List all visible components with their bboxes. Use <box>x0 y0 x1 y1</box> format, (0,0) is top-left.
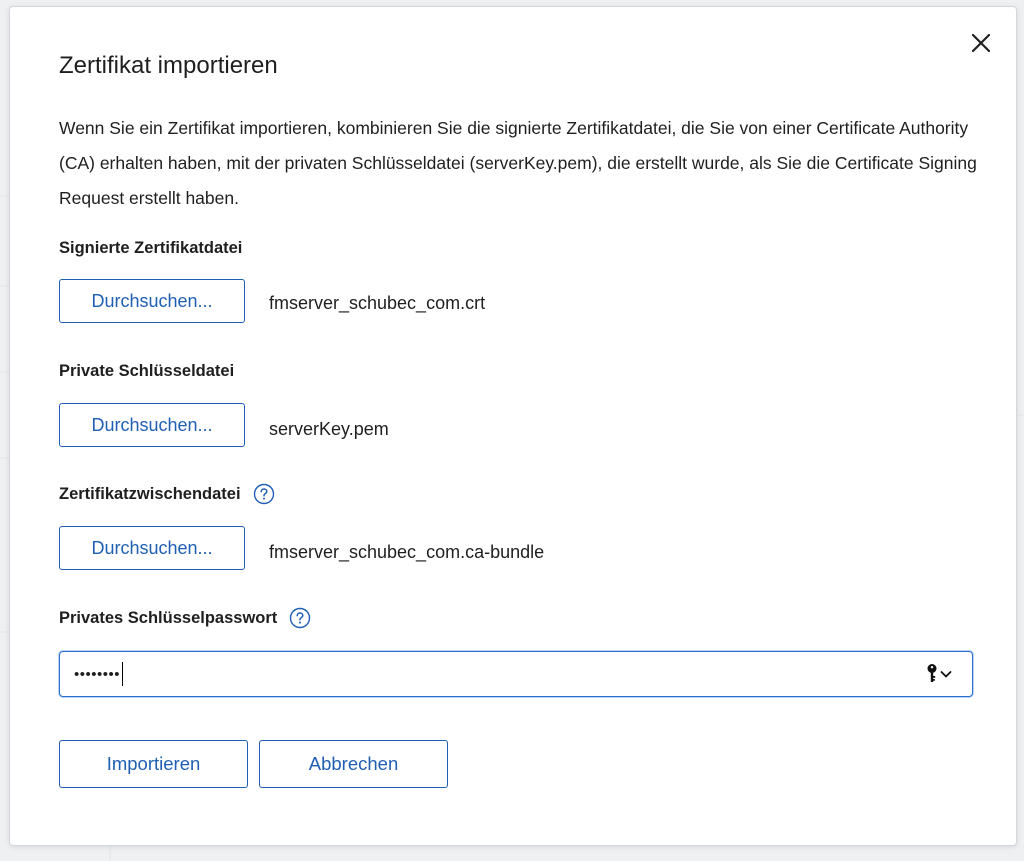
password-masked-value-wrap: •••••••• <box>74 662 124 686</box>
chevron-down-icon <box>940 671 952 678</box>
key-icon <box>927 664 937 682</box>
browse-private-key-button[interactable]: Durchsuchen... <box>59 403 245 447</box>
intermediate-certificate-help-icon[interactable] <box>253 483 275 505</box>
private-key-password-label-text: Privates Schlüsselpasswort <box>59 608 278 627</box>
cancel-button[interactable]: Abbrechen <box>259 740 448 788</box>
password-masked-value: •••••••• <box>74 665 121 683</box>
browse-intermediate-certificate-button[interactable]: Durchsuchen... <box>59 526 245 570</box>
dialog-title: Zertifikat importieren <box>59 52 278 79</box>
signed-certificate-label-text: Signierte Zertifikatdatei <box>59 239 243 257</box>
dialog-description: Wenn Sie ein Zertifikat importieren, kom… <box>59 118 977 208</box>
private-key-password-label: Privates Schlüsselpasswort <box>59 607 311 629</box>
private-key-password-help-icon[interactable] <box>289 607 311 629</box>
private-key-label: Private Schlüsseldatei <box>59 362 234 381</box>
intermediate-certificate-file-name: fmserver_schubec_com.ca-bundle <box>269 542 545 562</box>
private-key-label-text: Private Schlüsseldatei <box>59 362 235 380</box>
import-certificate-dialog: Zertifikat importieren Wenn Sie ein Zert… <box>9 6 1017 846</box>
intermediate-certificate-label: Zertifikatzwischendatei <box>59 483 275 505</box>
text-caret <box>122 662 124 686</box>
signed-certificate-label: Signierte Zertifikatdatei <box>59 239 242 258</box>
close-button[interactable] <box>966 28 996 58</box>
password-autofill-menu[interactable] <box>926 663 952 685</box>
private-key-file-name: serverKey.pem <box>269 419 389 439</box>
signed-certificate-file-name: fmserver_schubec_com.crt <box>269 293 486 313</box>
intermediate-certificate-label-text: Zertifikatzwischendatei <box>59 484 241 503</box>
private-key-password-input[interactable]: •••••••• <box>59 651 973 697</box>
close-icon <box>971 33 991 53</box>
import-button[interactable]: Importieren <box>59 740 248 788</box>
browse-signed-certificate-button[interactable]: Durchsuchen... <box>59 279 245 323</box>
